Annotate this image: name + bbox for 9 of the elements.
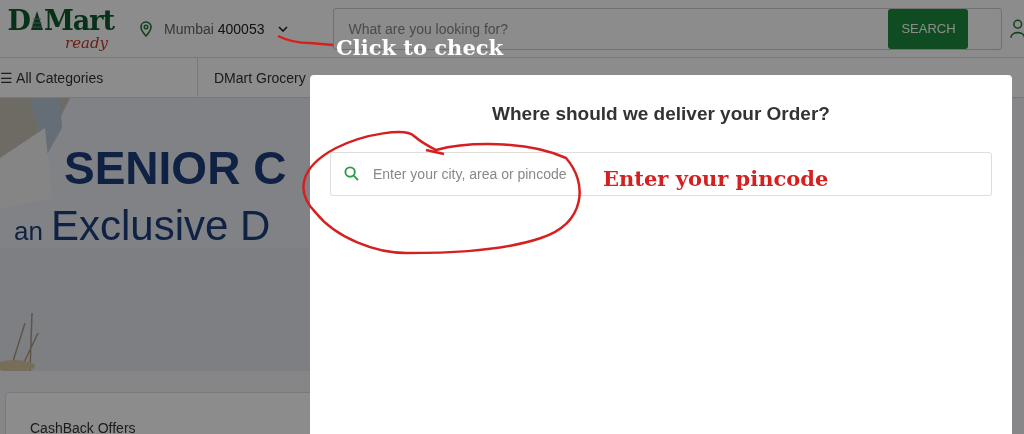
logo-text: D	[7, 6, 30, 35]
logo-subtext: ready	[65, 34, 109, 51]
dialog-title: Where should we deliver your Order?	[492, 103, 830, 125]
banner-headline: SENIOR C	[64, 142, 287, 194]
banner-subheadline: Exclusive D	[50, 202, 271, 250]
logo-text: Mart	[43, 6, 115, 35]
card-title: CashBack Offers	[30, 420, 136, 434]
annotation-text: Enter your pincode	[603, 166, 829, 191]
banner-text: an	[14, 216, 43, 247]
